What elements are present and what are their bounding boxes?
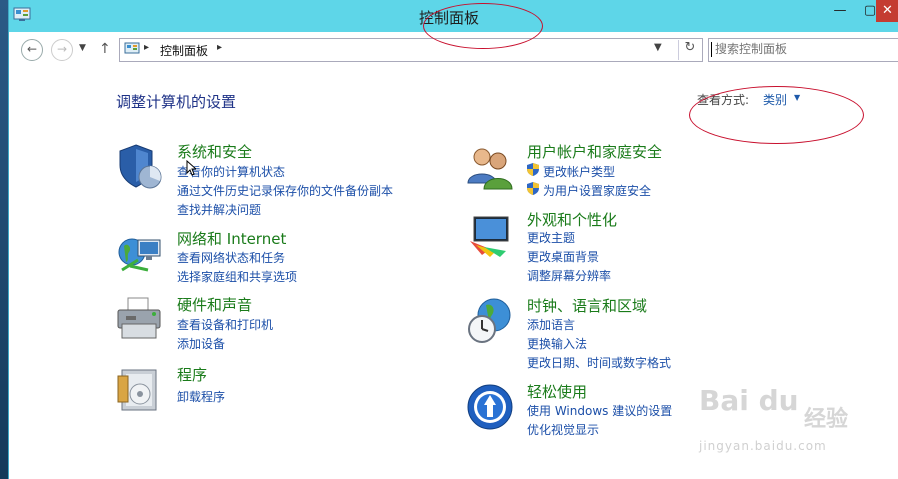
up-arrow-icon[interactable]: ↑ — [99, 41, 111, 57]
category-heading-user-accounts[interactable]: 用户帐户和家庭安全 — [527, 141, 662, 162]
programs-icon[interactable] — [116, 366, 164, 414]
desktop-edge — [0, 0, 8, 479]
refresh-icon[interactable]: ↻ — [678, 40, 701, 60]
address-history-chevron-down-icon[interactable]: ▼ — [654, 42, 662, 53]
link-change-input-method[interactable]: 更换输入法 — [527, 335, 587, 352]
category-heading-ease-of-access[interactable]: 轻松使用 — [527, 381, 587, 402]
search-box[interactable] — [708, 38, 898, 62]
link-file-history-backup[interactable]: 通过文件历史记录保存你的文件备份副本 — [177, 182, 393, 199]
users-icon[interactable] — [466, 143, 514, 191]
breadcrumb-control-panel[interactable]: 控制面板 — [160, 42, 208, 59]
link-troubleshoot[interactable]: 查找并解决问题 — [177, 201, 261, 218]
text-caret — [711, 42, 712, 57]
close-icon[interactable]: ✕ — [876, 0, 898, 22]
link-change-date-time-format[interactable]: 更改日期、时间或数字格式 — [527, 354, 671, 371]
link-optimize-visual-display[interactable]: 优化视觉显示 — [527, 421, 599, 438]
address-bar[interactable]: ▸ 控制面板 ▸ ▼ ↻ — [119, 38, 703, 62]
baidu-watermark-url: jingyan.baidu.com — [699, 439, 827, 453]
annotation-ellipse-viewby — [689, 86, 864, 144]
link-family-safety[interactable]: 为用户设置家庭安全 — [543, 182, 651, 199]
monitor-palette-icon[interactable] — [466, 211, 514, 259]
category-heading-programs[interactable]: 程序 — [177, 364, 207, 385]
forward-arrow-icon[interactable]: → — [51, 39, 73, 61]
clock-globe-icon[interactable] — [466, 297, 514, 345]
link-change-theme[interactable]: 更改主题 — [527, 229, 575, 246]
breadcrumb-separator[interactable]: ▸ — [144, 42, 149, 53]
link-devices-printers[interactable]: 查看设备和打印机 — [177, 316, 273, 333]
baidu-watermark-word: 经验 — [804, 407, 849, 432]
ease-of-access-icon[interactable] — [466, 383, 514, 431]
control-panel-address-icon — [124, 42, 140, 54]
baidu-watermark-logo: Bai du — [699, 384, 799, 417]
category-heading-network-internet[interactable]: 网络和 Internet — [177, 228, 286, 249]
link-change-desktop-background[interactable]: 更改桌面背景 — [527, 248, 599, 265]
network-globe-icon[interactable] — [116, 230, 164, 278]
link-homegroup-sharing[interactable]: 选择家庭组和共享选项 — [177, 268, 297, 285]
link-add-language[interactable]: 添加语言 — [527, 316, 575, 333]
link-add-device[interactable]: 添加设备 — [177, 335, 225, 352]
link-uninstall-program[interactable]: 卸载程序 — [177, 388, 225, 405]
control-panel-window: 控制面板 — ▢ ✕ ← → ▼ ↑ ▸ 控制面板 ▸ ▼ ↻ 调整计算机的设置… — [8, 0, 898, 479]
link-use-recommended-settings[interactable]: 使用 Windows 建议的设置 — [527, 402, 672, 419]
minimize-icon[interactable]: — — [824, 0, 856, 22]
link-network-status-tasks[interactable]: 查看网络状态和任务 — [177, 249, 285, 266]
uac-shield-icon — [527, 163, 539, 176]
mouse-cursor-icon — [186, 160, 196, 176]
category-heading-appearance[interactable]: 外观和个性化 — [527, 209, 617, 230]
category-heading-system-security[interactable]: 系统和安全 — [177, 141, 252, 162]
annotation-ellipse-title — [423, 3, 543, 49]
page-title: 调整计算机的设置 — [116, 93, 237, 111]
link-adjust-resolution[interactable]: 调整屏幕分辨率 — [527, 267, 611, 284]
back-arrow-icon[interactable]: ← — [21, 39, 43, 61]
shield-chart-icon[interactable] — [116, 143, 164, 191]
search-input[interactable] — [713, 41, 887, 57]
uac-shield-icon — [527, 182, 539, 195]
category-heading-hardware-sound[interactable]: 硬件和声音 — [177, 294, 252, 315]
recent-locations-chevron-down-icon[interactable]: ▼ — [79, 43, 86, 53]
printer-icon[interactable] — [116, 296, 164, 344]
breadcrumb-separator[interactable]: ▸ — [217, 42, 222, 53]
category-heading-clock-language-region[interactable]: 时钟、语言和区域 — [527, 295, 647, 316]
link-change-account-type[interactable]: 更改帐户类型 — [543, 163, 615, 180]
